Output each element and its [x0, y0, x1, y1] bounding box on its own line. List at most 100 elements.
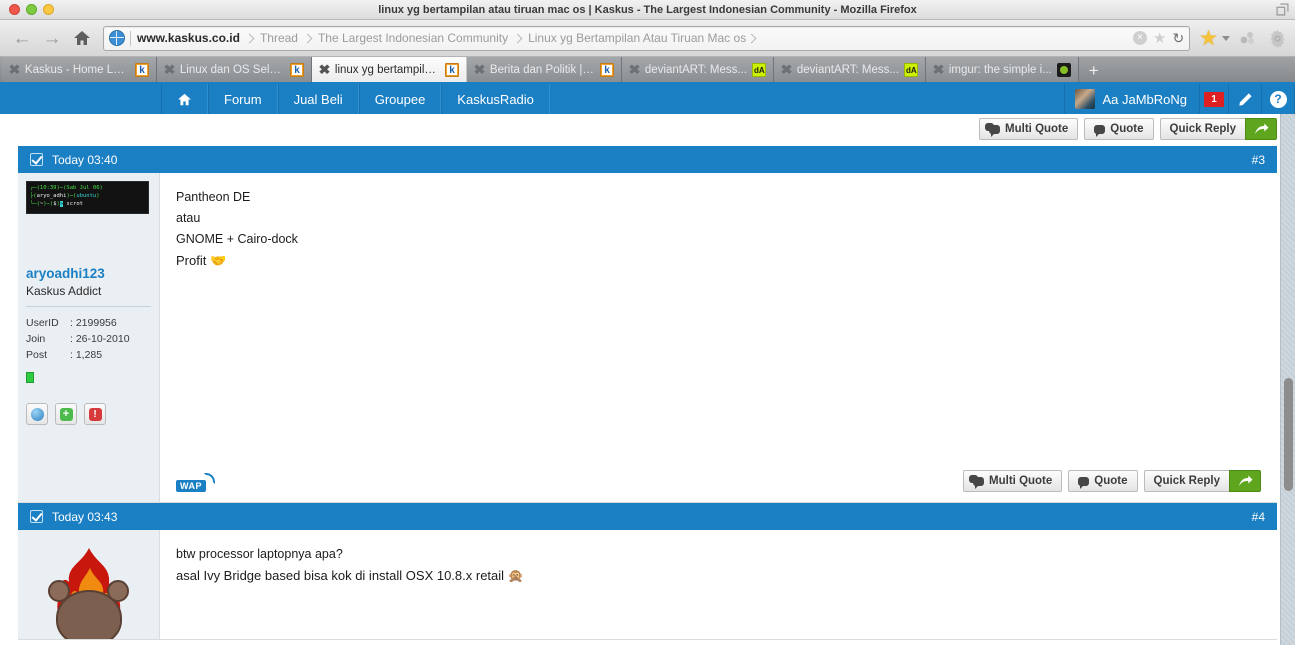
sync-button[interactable]: [1239, 31, 1258, 46]
user-avatar-terminal[interactable]: ┌─(10:39)─(Sab Jul 06) ├(aryo_adhi)─(ubu…: [26, 181, 149, 214]
post-timestamp: Today 03:40: [52, 152, 118, 167]
stop-button[interactable]: ×: [1132, 31, 1147, 45]
multi-quote-button[interactable]: Multi Quote: [979, 118, 1079, 140]
breadcrumb-item-1[interactable]: The Largest Indonesian Community: [298, 31, 508, 45]
close-tab-icon[interactable]: ✖: [473, 63, 485, 76]
post-user-pane-4: [18, 530, 160, 639]
forward-button[interactable]: →: [37, 25, 67, 51]
new-tab-button[interactable]: +: [1079, 62, 1109, 82]
kaskus-favicon: [445, 62, 459, 77]
close-tab-icon[interactable]: ✖: [8, 63, 20, 76]
quick-reply-button[interactable]: Quick Reply: [1143, 470, 1229, 492]
tab-label: Kaskus - Home Login: [24, 63, 130, 76]
quick-reply-button[interactable]: Quick Reply: [1159, 118, 1245, 140]
post-select-checkbox[interactable]: [30, 153, 43, 166]
imgur-favicon: [1056, 62, 1071, 77]
reply-arrow-button[interactable]: [1229, 470, 1261, 492]
window-controls[interactable]: [0, 4, 54, 15]
notifications-button[interactable]: 1: [1199, 84, 1229, 114]
browser-tab-2[interactable]: ✖ linux yg bertampila...: [312, 57, 467, 82]
browser-tab-4[interactable]: ✖ deviantART: Mess...: [622, 57, 774, 82]
breadcrumb-item-2[interactable]: Linux yg Bertampilan Atau Tiruan Mac os: [508, 31, 762, 45]
site-nav-groupee[interactable]: Groupee: [358, 84, 442, 114]
site-nav-kaskusradio[interactable]: KaskusRadio: [441, 84, 550, 114]
tab-label: linux yg bertampila...: [334, 63, 440, 76]
reload-button[interactable]: ↻: [1172, 31, 1184, 45]
close-tab-icon[interactable]: ✖: [932, 63, 944, 76]
breadcrumb-label: Linux yg Bertampilan Atau Tiruan Mac os: [528, 31, 747, 45]
bookmarks-menu-button[interactable]: ★: [1199, 28, 1230, 49]
multi-quote-button[interactable]: Multi Quote: [963, 470, 1063, 492]
post-number[interactable]: #3: [1252, 153, 1265, 167]
help-button[interactable]: ?: [1262, 84, 1295, 114]
site-nav-home[interactable]: [161, 84, 208, 114]
browser-tab-6[interactable]: ✖ imgur: the simple i...: [925, 57, 1079, 82]
settings-button[interactable]: [1267, 28, 1288, 49]
browser-toolbar: ← → www.kaskus.co.id Thread The Largest …: [0, 20, 1295, 57]
quote-button[interactable]: Quote: [1068, 470, 1138, 492]
chevron-right-icon: [746, 33, 757, 43]
browser-tab-0[interactable]: ✖ Kaskus - Home Login: [2, 57, 157, 82]
chat-bubble-icon: [1094, 124, 1106, 137]
post-actions-bottom-3: Multi Quote Quote Quick Reply: [963, 470, 1261, 492]
scrollbar-thumb[interactable]: [1284, 378, 1293, 491]
close-tab-icon[interactable]: ✖: [780, 63, 792, 76]
add-friend-button[interactable]: [55, 403, 77, 425]
breadcrumb-label: Thread: [259, 31, 298, 45]
site-nav-jual-beli[interactable]: Jual Beli: [277, 84, 359, 114]
kaskus-favicon: [600, 62, 614, 77]
browser-tab-3[interactable]: ✖ Berita dan Politik | ...: [467, 57, 622, 82]
close-window-button[interactable]: [9, 4, 20, 15]
vertical-scrollbar[interactable]: [1280, 114, 1295, 645]
button-label: Multi Quote: [1005, 123, 1069, 135]
profile-button[interactable]: [26, 403, 48, 425]
site-nav-forum[interactable]: Forum: [208, 84, 278, 114]
post-number[interactable]: #4: [1252, 510, 1265, 524]
post-text-line-3: Profit 🤝: [176, 253, 227, 268]
browser-tab-1[interactable]: ✖ Linux dan OS Selai...: [157, 57, 312, 82]
firefox-window: linux yg bertampilan atau tiruan mac os …: [0, 0, 1295, 645]
close-tab-icon[interactable]: ✖: [318, 63, 330, 76]
post-message-pane-4: btw processor laptopnya apa? asal Ivy Br…: [160, 530, 1277, 639]
compose-button[interactable]: [1229, 84, 1262, 114]
restore-window-icon[interactable]: [1276, 3, 1289, 16]
tab-label: Linux dan OS Selai...: [179, 63, 285, 76]
online-status-indicator: [26, 372, 34, 383]
add-friend-icon: [59, 407, 73, 421]
bookmark-page-icon[interactable]: ★: [1153, 31, 1166, 46]
tab-label: deviantART: Mess...: [644, 63, 747, 76]
reply-arrow-button[interactable]: [1245, 118, 1277, 140]
user-avatar-burning-bear[interactable]: [27, 544, 150, 639]
chevron-down-icon: [1222, 35, 1230, 41]
address-bar[interactable]: www.kaskus.co.id Thread The Largest Indo…: [103, 25, 1191, 51]
post-body-4: btw processor laptopnya apa? asal Ivy Br…: [18, 530, 1277, 640]
report-button[interactable]: [84, 403, 106, 425]
close-tab-icon[interactable]: ✖: [628, 63, 640, 76]
close-tab-icon[interactable]: ✖: [163, 63, 175, 76]
post-select-checkbox[interactable]: [30, 510, 43, 523]
quote-button[interactable]: Quote: [1084, 118, 1154, 140]
post-body-3: ┌─(10:39)─(Sab Jul 06) ├(aryo_adhi)─(ubu…: [18, 173, 1277, 503]
browser-tab-5[interactable]: ✖ deviantART: Mess...: [773, 57, 926, 82]
profile-icon: [30, 407, 44, 421]
back-button[interactable]: ←: [7, 25, 37, 51]
kaskus-favicon: [290, 62, 304, 77]
deviantart-favicon: [751, 62, 766, 77]
breadcrumb-item-0[interactable]: Thread: [240, 31, 298, 45]
notification-badge: 1: [1204, 91, 1224, 107]
kaskus-favicon: [135, 62, 149, 77]
post-author-link[interactable]: aryoadhi123: [26, 266, 151, 281]
address-bar-actions: × ★ ↻: [1132, 31, 1189, 46]
user-stat-userid: UserID : 2199956: [26, 315, 151, 331]
post-text-line-0: btw processor laptopnya apa?: [176, 547, 343, 561]
button-label: Quote: [1094, 475, 1128, 487]
report-icon: [88, 407, 102, 421]
window-titlebar: linux yg bertampilan atau tiruan mac os …: [0, 0, 1295, 20]
user-menu[interactable]: Aa JaMbRoNg: [1064, 84, 1199, 114]
post-text-line-1: atau: [176, 211, 201, 225]
url-separator: [130, 30, 131, 46]
minimize-window-button[interactable]: [26, 4, 37, 15]
home-button[interactable]: [67, 25, 97, 51]
user-stat-join: Join : 26-10-2010: [26, 331, 151, 347]
maximize-window-button[interactable]: [43, 4, 54, 15]
